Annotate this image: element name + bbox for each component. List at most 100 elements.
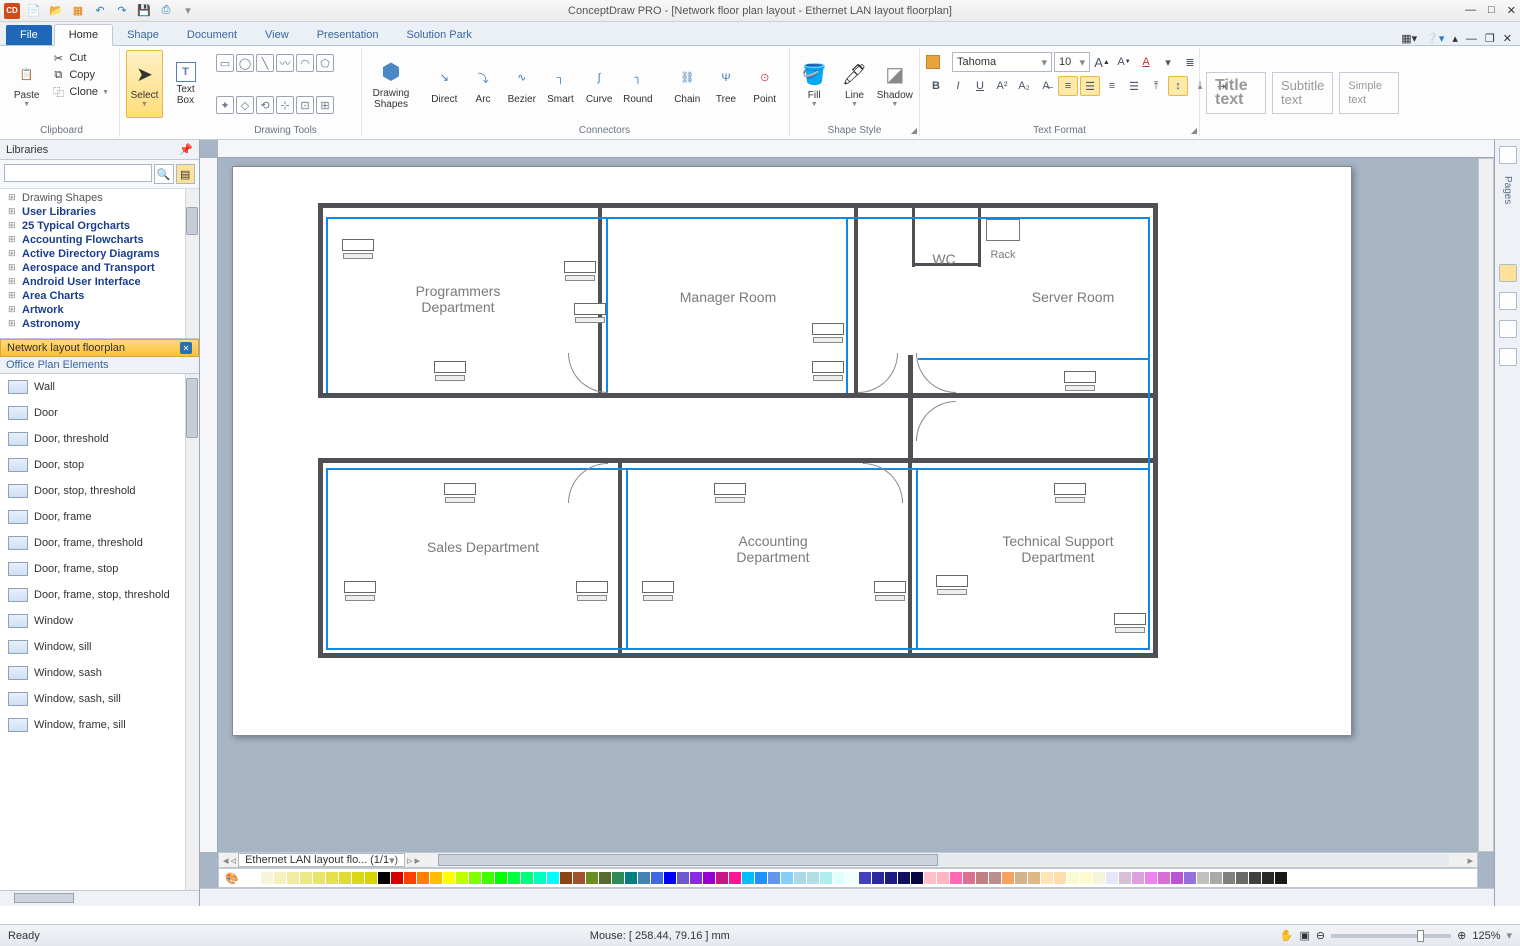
- ruler-vertical[interactable]: [200, 158, 218, 852]
- stencil-item[interactable]: Door, threshold: [0, 426, 199, 452]
- underline-icon[interactable]: U: [970, 76, 990, 96]
- style-simple[interactable]: Simple text: [1339, 72, 1399, 114]
- color-swatch[interactable]: [274, 872, 286, 884]
- cut-button[interactable]: ✂Cut: [47, 50, 113, 66]
- color-swatch[interactable]: [677, 872, 689, 884]
- color-swatch[interactable]: [703, 872, 715, 884]
- color-swatch[interactable]: [638, 872, 650, 884]
- stencil-item[interactable]: Window, sash: [0, 660, 199, 686]
- tree-scroll-thumb[interactable]: [186, 207, 198, 235]
- rail-tool-icon[interactable]: [1499, 348, 1517, 366]
- color-swatch[interactable]: [690, 872, 702, 884]
- ruler-horizontal[interactable]: [218, 140, 1494, 158]
- tab-view[interactable]: View: [251, 25, 303, 45]
- color-swatch[interactable]: [534, 872, 546, 884]
- line-button[interactable]: 🖊Line▼: [836, 50, 872, 118]
- minimize-icon[interactable]: —: [1465, 4, 1476, 17]
- color-swatch[interactable]: [846, 872, 858, 884]
- page-tab[interactable]: Ethernet LAN layout flo... (1/1▾): [238, 853, 405, 867]
- italic-icon[interactable]: I: [948, 76, 968, 96]
- stencil-item[interactable]: Window, sash, sill: [0, 686, 199, 712]
- tab-document[interactable]: Document: [173, 25, 251, 45]
- color-swatch[interactable]: [742, 872, 754, 884]
- color-swatch[interactable]: [1249, 872, 1261, 884]
- color-swatch[interactable]: [365, 872, 377, 884]
- rail-tool-icon[interactable]: [1499, 292, 1517, 310]
- conn-tree[interactable]: ΨTree: [708, 50, 745, 118]
- color-swatch[interactable]: [729, 872, 741, 884]
- mdi-minimize-icon[interactable]: —: [1466, 33, 1477, 45]
- tab-solution-park[interactable]: Solution Park: [392, 25, 485, 45]
- app-icon[interactable]: CD: [4, 3, 20, 19]
- view-mode-icon[interactable]: ▤: [176, 164, 196, 184]
- tree-item[interactable]: Artwork: [8, 303, 199, 317]
- color-swatch[interactable]: [521, 872, 533, 884]
- save-icon[interactable]: 💾: [136, 3, 152, 19]
- color-swatch[interactable]: [339, 872, 351, 884]
- color-swatch[interactable]: [248, 872, 260, 884]
- vertical-scrollbar[interactable]: [1478, 158, 1494, 852]
- scroll-right-icon[interactable]: ▸: [1463, 854, 1477, 867]
- mdi-close-icon[interactable]: ✕: [1503, 32, 1512, 45]
- tree-item[interactable]: Active Directory Diagrams: [8, 247, 199, 261]
- color-swatch[interactable]: [664, 872, 676, 884]
- stencil-item[interactable]: Door, frame: [0, 504, 199, 530]
- zoom-in-icon[interactable]: ⊕: [1457, 929, 1466, 942]
- stencil-item[interactable]: Door, frame, stop, threshold: [0, 582, 199, 608]
- color-swatch[interactable]: [1197, 872, 1209, 884]
- rack-icon[interactable]: [986, 219, 1020, 241]
- zoom-dropdown-icon[interactable]: ▾: [1506, 929, 1512, 942]
- search-icon[interactable]: 🔍: [154, 164, 174, 184]
- color-swatch[interactable]: [1106, 872, 1118, 884]
- shape-tool-icon[interactable]: ◇: [236, 96, 254, 114]
- conn-bezier[interactable]: ∿Bezier: [503, 50, 540, 118]
- color-swatch[interactable]: [937, 872, 949, 884]
- conn-curve[interactable]: ∫Curve: [581, 50, 618, 118]
- shape-tool-icon[interactable]: ✦: [216, 96, 234, 114]
- tree-root[interactable]: Drawing Shapes: [8, 191, 199, 205]
- conn-chain[interactable]: ⛓Chain: [669, 50, 706, 118]
- font-size-select[interactable]: 10▾: [1054, 52, 1090, 72]
- next-page-icon[interactable]: ▹: [407, 854, 413, 867]
- redo-icon[interactable]: ↷: [114, 3, 130, 19]
- stencil-item[interactable]: Door, frame, stop: [0, 556, 199, 582]
- color-swatch[interactable]: [781, 872, 793, 884]
- align-left-icon[interactable]: ≡: [1058, 76, 1078, 96]
- workstation-icon[interactable]: [930, 575, 974, 601]
- color-swatch[interactable]: [1158, 872, 1170, 884]
- stencil-item[interactable]: Door, stop: [0, 452, 199, 478]
- conn-direct[interactable]: ↘Direct: [426, 50, 463, 118]
- select-button[interactable]: ➤ Select▼: [126, 50, 163, 118]
- shape-arc-icon[interactable]: ◠: [296, 54, 314, 72]
- workstation-icon[interactable]: [708, 483, 752, 509]
- shape-curve-icon[interactable]: 〰: [276, 54, 294, 72]
- shape-tool-icon[interactable]: ⊞: [316, 96, 334, 114]
- color-swatch[interactable]: [300, 872, 312, 884]
- color-swatch[interactable]: [885, 872, 897, 884]
- color-swatch[interactable]: [1093, 872, 1105, 884]
- file-tab[interactable]: File: [6, 25, 52, 45]
- drawing-canvas[interactable]: Programmers Department Manager Room WC S…: [218, 158, 1478, 852]
- workstation-icon[interactable]: [338, 581, 382, 607]
- tree-item[interactable]: User Libraries: [8, 205, 199, 219]
- color-swatch[interactable]: [547, 872, 559, 884]
- color-swatch[interactable]: [261, 872, 273, 884]
- color-swatch[interactable]: [807, 872, 819, 884]
- bullets-icon[interactable]: ≣: [1180, 52, 1200, 72]
- color-swatch[interactable]: [794, 872, 806, 884]
- stencil-scroll-thumb[interactable]: [186, 378, 198, 438]
- textbox-button[interactable]: T Text Box: [167, 50, 204, 118]
- tree-item[interactable]: Android User Interface: [8, 275, 199, 289]
- color-swatch[interactable]: [1210, 872, 1222, 884]
- paste-button[interactable]: 📋 Paste▼: [10, 50, 43, 118]
- close-library-icon[interactable]: ✕: [180, 342, 192, 354]
- color-swatch[interactable]: [352, 872, 364, 884]
- color-swatch[interactable]: [716, 872, 728, 884]
- color-swatch[interactable]: [1223, 872, 1235, 884]
- color-swatch[interactable]: [378, 872, 390, 884]
- color-swatch[interactable]: [651, 872, 663, 884]
- new-icon[interactable]: 📄: [26, 3, 42, 19]
- workstation-icon[interactable]: [1108, 613, 1152, 639]
- color-swatch[interactable]: [456, 872, 468, 884]
- color-swatch[interactable]: [430, 872, 442, 884]
